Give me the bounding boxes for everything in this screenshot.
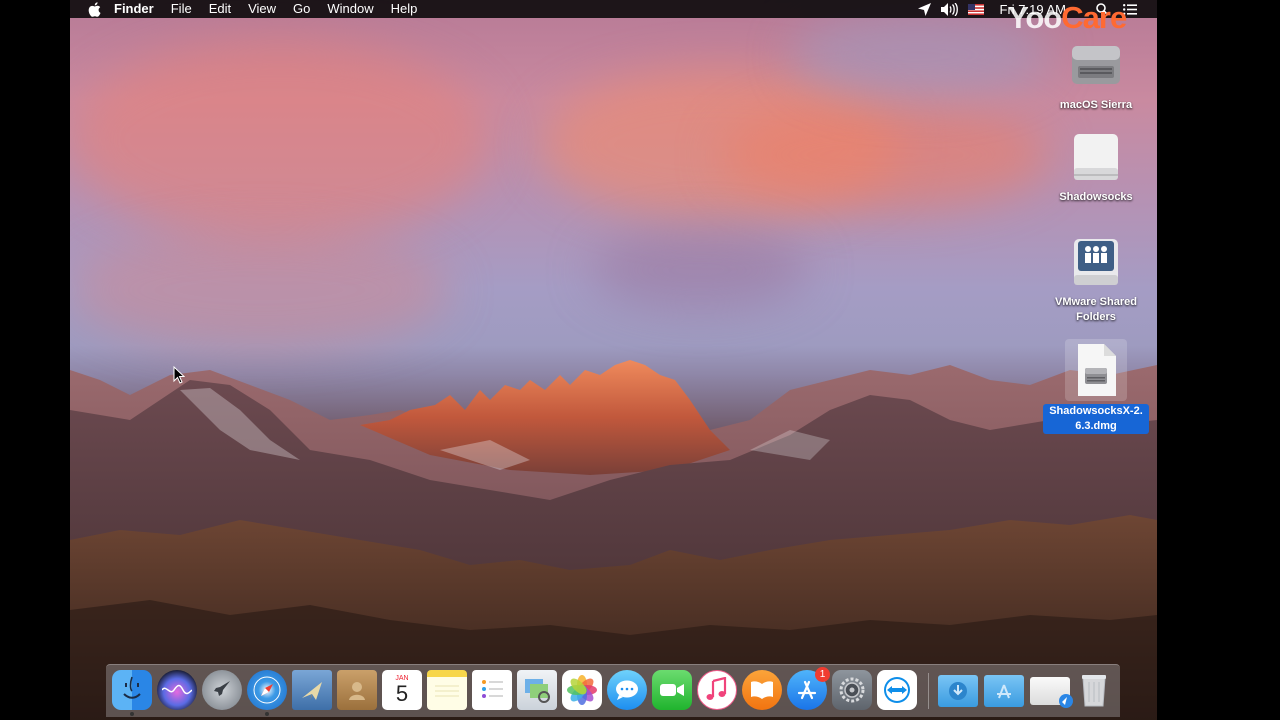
running-indicator	[265, 712, 269, 716]
selected-file-label: ShadowsocksX-2.6.3.dmg	[1043, 404, 1149, 434]
menu-bar: Finder File Edit View Go Window Help Fri…	[70, 0, 1157, 18]
dock: JAN 5 1	[106, 664, 1120, 717]
dock-messages[interactable]	[607, 670, 647, 710]
menu-view[interactable]: View	[248, 0, 276, 18]
desktop-icon-shadowsocksx-dmg[interactable]: ShadowsocksX-2.6.3.dmg	[1041, 339, 1151, 434]
watermark-logo: YooCare	[1008, 0, 1127, 35]
menu-file[interactable]: File	[171, 0, 192, 18]
dock-calendar[interactable]: JAN 5	[382, 670, 422, 710]
desktop-icon-macos-sierra[interactable]: macOS Sierra	[1041, 38, 1151, 113]
dock-teamviewer[interactable]	[877, 670, 917, 710]
running-indicator	[130, 712, 134, 716]
external-drive-icon	[1068, 130, 1124, 186]
dock-mail[interactable]	[292, 670, 332, 710]
dock-itunes[interactable]	[697, 670, 737, 710]
desktop-icon-vmware-shared-folders[interactable]: VMware Shared Folders	[1041, 235, 1151, 325]
location-arrow-icon[interactable]	[917, 2, 932, 16]
menu-window[interactable]: Window	[327, 0, 373, 18]
apple-icon[interactable]	[86, 1, 102, 17]
dock-photos[interactable]	[562, 670, 602, 710]
dock-applications-folder[interactable]	[984, 675, 1024, 707]
mountain-landscape	[70, 360, 1157, 720]
dock-facetime[interactable]	[652, 670, 692, 710]
dock-notes[interactable]	[427, 670, 467, 710]
dock-preview[interactable]	[517, 670, 557, 710]
dock-trash[interactable]	[1074, 670, 1114, 710]
us-flag-icon[interactable]	[967, 3, 984, 15]
dock-system-preferences[interactable]	[832, 670, 872, 710]
desktop-icon-label: ShadowsocksX-2.6.3.dmg	[1041, 404, 1151, 434]
desktop-icon-label: VMware Shared Folders	[1055, 296, 1137, 323]
hard-drive-icon	[1068, 38, 1124, 94]
shared-folders-icon	[1068, 235, 1124, 291]
desktop-icon-label: macOS Sierra	[1059, 99, 1133, 111]
dock-separator	[928, 673, 929, 709]
calendar-day: 5	[395, 681, 409, 706]
speaker-volume-icon[interactable]	[940, 2, 959, 16]
dock-finder[interactable]	[112, 670, 152, 716]
dock-safari[interactable]	[247, 670, 287, 716]
dock-app-store[interactable]: 1	[787, 667, 830, 710]
menu-finder[interactable]: Finder	[114, 0, 154, 18]
dock-downloads-folder[interactable]	[938, 675, 978, 707]
dock-contacts[interactable]	[337, 670, 377, 710]
dock-launchpad[interactable]	[202, 670, 242, 710]
mouse-pointer	[173, 366, 185, 384]
dock-mail-stack[interactable]	[1030, 677, 1073, 708]
desktop-wallpaper	[70, 0, 1157, 720]
menu-edit[interactable]: Edit	[209, 0, 231, 18]
menu-help[interactable]: Help	[391, 0, 418, 18]
notification-badge: 1	[815, 667, 830, 682]
desktop-icon-shadowsocks[interactable]: Shadowsocks	[1041, 130, 1151, 205]
dock-siri[interactable]	[157, 670, 197, 710]
desktop-icon-label: Shadowsocks	[1059, 191, 1133, 203]
dock-reminders[interactable]	[472, 670, 512, 710]
menu-go[interactable]: Go	[293, 0, 310, 18]
dock-ibooks[interactable]	[742, 670, 782, 710]
dmg-file-icon	[1068, 342, 1124, 398]
